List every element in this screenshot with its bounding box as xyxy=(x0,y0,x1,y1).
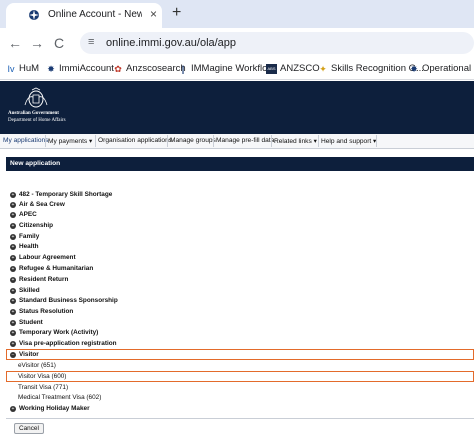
bookmark-hum[interactable]: Iv HuM xyxy=(6,63,39,74)
category-labour-agreement[interactable]: + Labour Agreement xyxy=(10,254,76,261)
menu-divider xyxy=(376,135,377,147)
menu-divider xyxy=(213,135,214,147)
category-citizenship[interactable]: + Citizenship xyxy=(10,222,53,229)
abs-icon: ABS xyxy=(266,63,277,74)
main-menu: My applications My payments ▾ Organisati… xyxy=(0,134,474,149)
menu-related-links[interactable]: Related links ▾ xyxy=(274,137,317,145)
category-482-temporary-skill-shortage[interactable]: +482 - Temporary Skill Shortage xyxy=(10,191,112,198)
divider xyxy=(6,418,474,419)
category-visitor[interactable]: − Visitor xyxy=(10,351,39,358)
bookmarks-bar: Iv HuM ✸ ImmiAccount ✿ Anzscosearch | IMMagi… xyxy=(0,58,474,80)
expand-icon: + xyxy=(10,222,16,229)
visa-evisitor-651[interactable]: eVisitor (651) xyxy=(18,362,56,369)
menu-manage-prefill-data[interactable]: Manage pre-fill data xyxy=(216,137,274,144)
anzscosearch-icon: ✿ xyxy=(114,63,122,74)
expand-icon: + xyxy=(10,233,16,240)
category-visa-pre-application-registration[interactable]: + Visa pre-application registration xyxy=(10,340,117,347)
expand-icon: + xyxy=(10,243,16,250)
browser-tab[interactable]: Online Account - New applicati × xyxy=(6,3,162,28)
menu-my-applications[interactable]: My applications xyxy=(3,137,48,144)
category-family[interactable]: + Family xyxy=(10,233,39,240)
expand-icon: + xyxy=(10,191,16,198)
browser-toolbar: ← → C ≡ online.immi.gov.au/ola/app xyxy=(0,28,474,58)
address-bar[interactable]: ≡ online.immi.gov.au/ola/app xyxy=(80,32,474,54)
cancel-button[interactable]: Cancel xyxy=(14,423,44,434)
bookmark-immiaccount[interactable]: ✸ ImmiAccount xyxy=(46,63,114,74)
menu-manage-groups[interactable]: Manage groups xyxy=(170,137,216,144)
menu-divider xyxy=(318,135,319,147)
category-skilled[interactable]: + Skilled xyxy=(10,287,40,294)
page-title-bar: New application xyxy=(6,157,474,171)
category-air-sea-crew[interactable]: + Air & Sea Crew xyxy=(10,201,65,208)
expand-icon: + xyxy=(10,308,16,315)
category-status-resolution[interactable]: + Status Resolution xyxy=(10,308,73,315)
menu-divider xyxy=(167,135,168,147)
immiaccount-icon: ✸ xyxy=(47,63,55,74)
new-application-panel: New application +482 - Temporary Skill S… xyxy=(0,149,474,439)
operational-icon: ✸ xyxy=(410,63,418,74)
category-student[interactable]: + Student xyxy=(10,319,43,326)
collapse-icon: − xyxy=(10,351,16,358)
menu-divider xyxy=(271,135,272,147)
expand-icon: + xyxy=(10,254,16,261)
category-resident-return[interactable]: + Resident Return xyxy=(10,276,68,283)
visitor-visa-highlight xyxy=(6,371,474,382)
category-apec[interactable]: + APEC xyxy=(10,211,37,218)
new-tab-button[interactable]: + xyxy=(172,4,181,22)
visa-transit-771[interactable]: Transit Visa (771) xyxy=(18,384,68,391)
expand-icon: + xyxy=(10,211,16,218)
browser-tab-strip: Online Account - New applicati × + xyxy=(0,0,474,28)
visa-medical-treatment-602[interactable]: Medical Treatment Visa (602) xyxy=(18,394,101,401)
menu-divider xyxy=(95,135,96,147)
expand-icon: + xyxy=(10,340,16,347)
coat-of-arms-icon xyxy=(24,87,48,108)
expand-icon: + xyxy=(10,265,16,272)
immagine-icon: | xyxy=(181,63,185,74)
expand-icon: + xyxy=(10,201,16,208)
menu-my-payments[interactable]: My payments ▾ xyxy=(48,137,92,145)
category-refugee-humanitarian[interactable]: + Refugee & Humanitarian xyxy=(10,265,93,272)
hum-icon: Iv xyxy=(7,63,15,74)
department-name: Department of Home Affairs xyxy=(8,118,66,123)
skills-recognition-icon: ✦ xyxy=(319,63,327,74)
url-text[interactable]: online.immi.gov.au/ola/app xyxy=(106,37,236,49)
menu-organisation-applications[interactable]: Organisation applications xyxy=(98,137,172,144)
visa-visitor-600[interactable]: Visitor Visa (600) xyxy=(18,373,66,380)
category-temporary-work-activity[interactable]: + Temporary Work (Activity) xyxy=(10,329,98,336)
category-working-holiday-maker[interactable]: + Working Holiday Maker xyxy=(10,405,90,412)
back-button[interactable]: ← xyxy=(8,35,22,51)
immiaccount-header: Australian Government Department of Home… xyxy=(0,81,474,134)
menu-help-and-support[interactable]: Help and support ▾ xyxy=(321,137,376,145)
visitor-highlight xyxy=(6,349,474,360)
bookmark-anzscosearch[interactable]: ✿ Anzscosearch xyxy=(113,63,185,74)
expand-icon: + xyxy=(10,297,16,304)
category-health[interactable]: + Health xyxy=(10,243,39,250)
page-title: New application xyxy=(10,160,61,167)
category-standard-business-sponsorship[interactable]: + Standard Business Sponsorship xyxy=(10,297,118,304)
reload-button[interactable]: C xyxy=(54,35,64,51)
tab-title: Online Account - New applicati xyxy=(48,9,142,20)
bookmark-operational[interactable]: ✸Operational Ma xyxy=(409,63,474,74)
site-info-icon[interactable]: ≡ xyxy=(88,36,94,48)
bookmark-anzsco[interactable]: ABS ANZSCO xyxy=(266,63,320,74)
tab-close-icon[interactable]: × xyxy=(150,7,157,21)
expand-icon: + xyxy=(10,329,16,336)
expand-icon: + xyxy=(10,276,16,283)
menu-divider xyxy=(45,135,46,147)
expand-icon: + xyxy=(10,287,16,294)
expand-icon: + xyxy=(10,405,16,412)
immiaccount-favicon-icon xyxy=(29,10,39,20)
forward-button[interactable]: → xyxy=(30,35,44,51)
gov-name: Australian Government xyxy=(8,111,59,116)
bookmark-immagine[interactable]: | IMMagine Workflo... xyxy=(178,63,276,74)
expand-icon: + xyxy=(10,319,16,326)
